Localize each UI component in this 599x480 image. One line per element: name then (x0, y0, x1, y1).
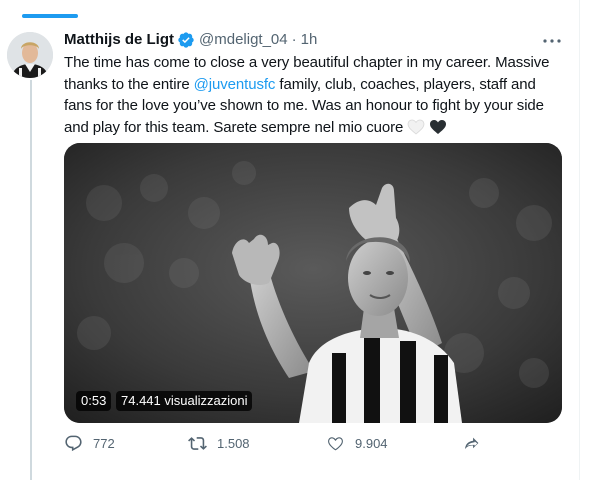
white-heart-emoji-icon (407, 119, 425, 142)
tweet-text-line: The time has come to close a very beauti… (64, 54, 550, 71)
reply-button[interactable]: 772 (64, 434, 115, 453)
tweet-text-segment: thanks to the entire (64, 75, 194, 93)
tweet-timestamp[interactable]: 1h (301, 30, 318, 50)
like-count: 9.904 (355, 436, 388, 451)
tweet-text-segment: and play for this team. Sarete sempre ne… (64, 118, 404, 136)
video-views-badge: 74.441 visualizzazioni (116, 391, 253, 411)
tweet-timeline-frame: Matthijs de Ligt @mdeligt_04 · 1h The ti… (0, 0, 599, 480)
column-divider (579, 0, 580, 480)
tab-active-indicator (22, 14, 78, 18)
mention-link[interactable]: @juventusfc (194, 76, 276, 93)
more-dots-icon[interactable] (540, 33, 564, 49)
video-player[interactable]: 0:53 74.441 visualizzazioni (64, 143, 562, 423)
avatar[interactable] (7, 32, 53, 78)
header-separator: · (291, 31, 297, 48)
share-button[interactable] (462, 434, 481, 453)
tweet-text-line: fans for the love you’ve shown to me. Wa… (64, 95, 564, 117)
black-heart-emoji-icon (429, 119, 447, 142)
tweet-text: The time has come to close a very beauti… (64, 52, 564, 141)
tweet-text-line: thanks to the entire @juventusfc family,… (64, 74, 564, 96)
retweet-button[interactable]: 1.508 (188, 434, 250, 453)
tweet-text-segment: family, club, coaches, players, staff an… (275, 75, 536, 93)
tweet-text-segment: fans for the love you’ve shown to me. Wa… (64, 97, 544, 114)
verified-badge-icon (177, 31, 195, 49)
author-name[interactable]: Matthijs de Ligt (64, 30, 174, 50)
retweet-count: 1.508 (217, 436, 250, 451)
avatar-image (7, 32, 53, 78)
like-button[interactable]: 9.904 (326, 434, 388, 453)
reply-icon (65, 435, 82, 452)
tweet-header: Matthijs de Ligt @mdeligt_04 · 1h (64, 30, 317, 50)
video-duration-badge: 0:53 (76, 391, 112, 411)
thread-connector-line (30, 80, 32, 480)
author-handle[interactable]: @mdeligt_04 (199, 30, 288, 50)
share-icon (465, 437, 479, 450)
tweet-text-line: and play for this team. Sarete sempre ne… (64, 117, 564, 142)
video-thumbnail (64, 143, 562, 423)
reply-count: 772 (93, 436, 115, 451)
heart-icon (328, 437, 343, 451)
retweet-icon (188, 437, 207, 450)
tweet-actions-bar: 772 1.508 9.904 (64, 434, 504, 458)
